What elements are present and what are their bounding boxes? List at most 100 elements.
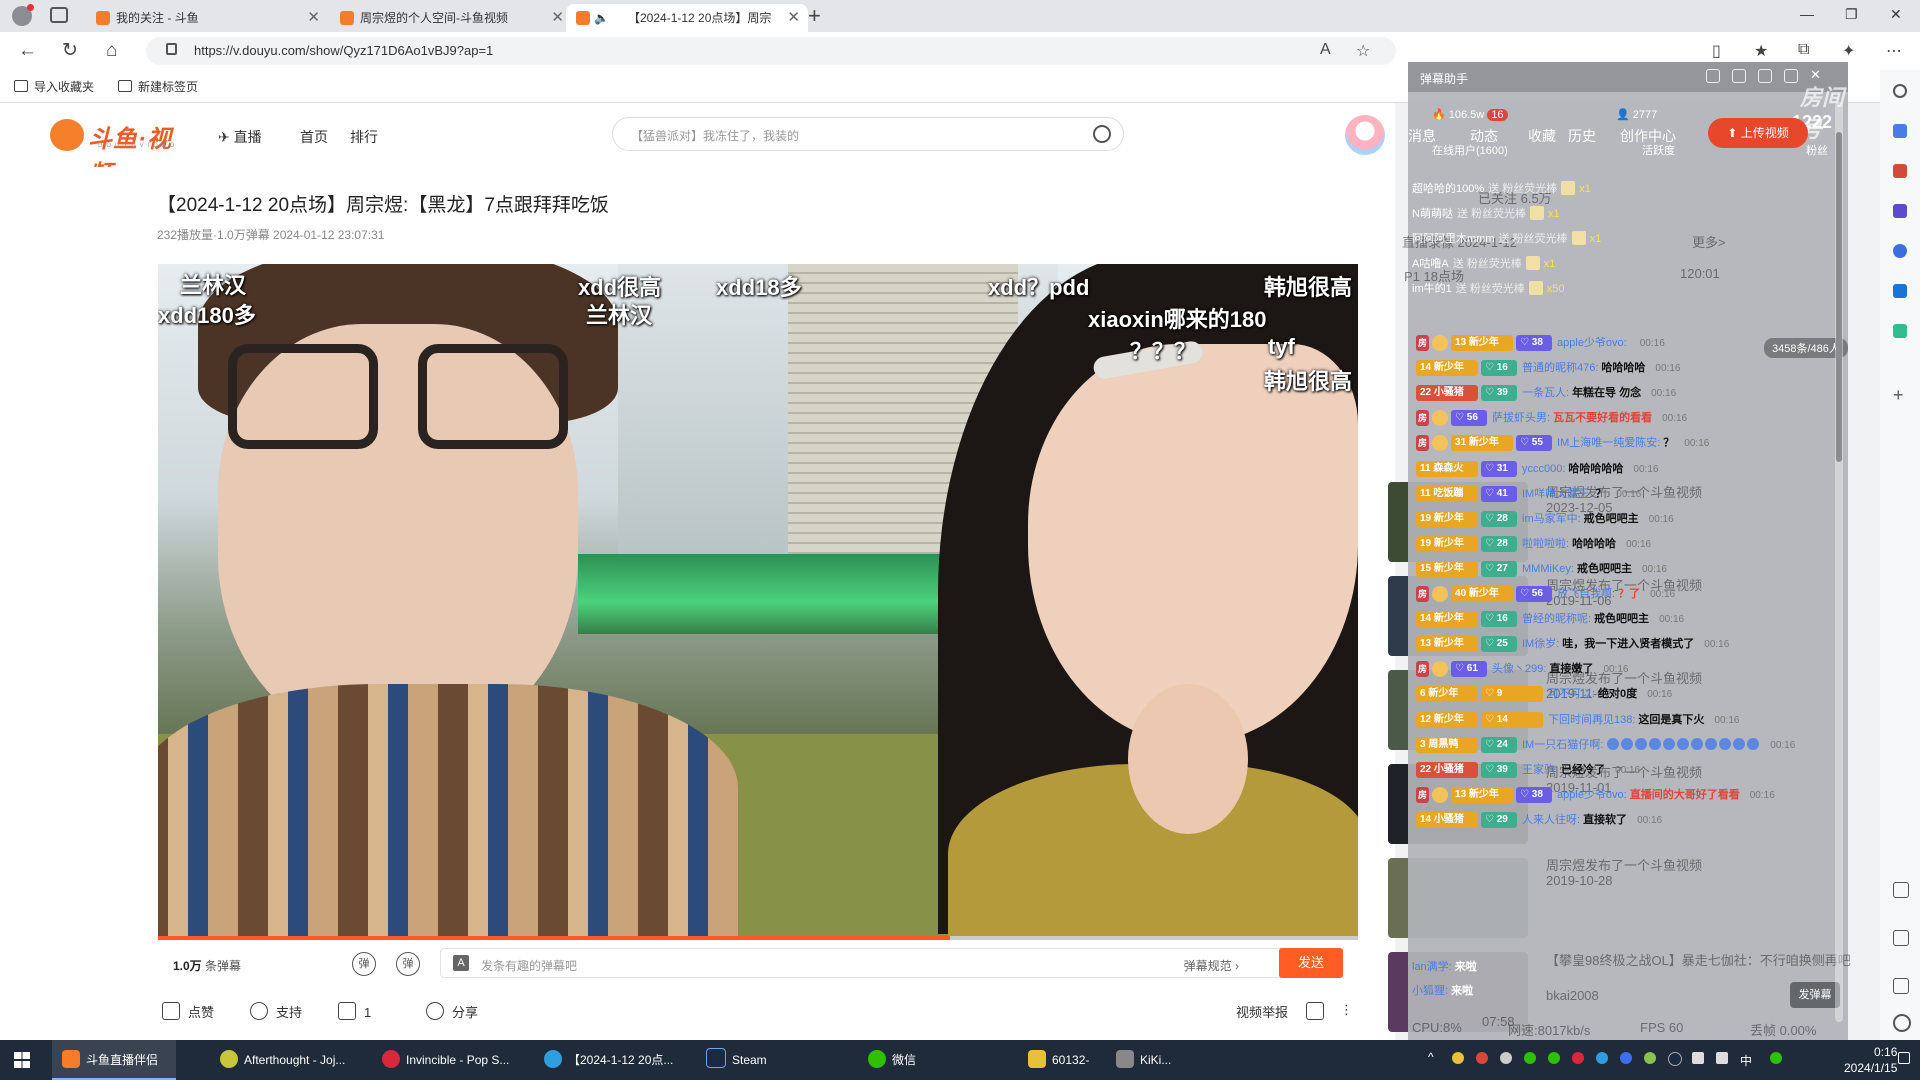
speaker-icon[interactable]: 🔈 (594, 4, 609, 32)
games-icon[interactable] (1893, 244, 1907, 258)
bluetooth-icon[interactable] (1620, 1052, 1632, 1064)
helper-tab-history[interactable]: 历史 (1568, 126, 1596, 146)
tab-following[interactable]: 我的关注 - 斗鱼 ✕ (86, 4, 328, 32)
url-field[interactable]: https://v.douyu.com/show/Qyz171D6Ao1vBJ9… (146, 37, 1396, 65)
danmaku-rules-link[interactable]: 弹幕规范 › (1184, 957, 1239, 974)
share-button[interactable]: 分享 (426, 1002, 478, 1021)
font-style-icon[interactable]: A (453, 955, 469, 971)
layout-icon[interactable] (1306, 1002, 1332, 1020)
note-icon[interactable] (1732, 69, 1746, 83)
back-icon[interactable]: ← (18, 39, 37, 63)
new-tab-button[interactable]: + (808, 4, 821, 28)
send-danmaku-button[interactable]: 发弹幕 (1790, 982, 1840, 1008)
more-menu-icon[interactable]: ⋯ (1886, 41, 1902, 61)
window-close-icon[interactable]: ✕ (1890, 6, 1902, 23)
chat-username[interactable]: 下回时间再见138: (1548, 714, 1635, 726)
taskbar-item[interactable]: 微信 (868, 1040, 916, 1080)
read-aloud-icon[interactable]: A (1320, 41, 1331, 59)
taskbar-item[interactable]: 60132- (1028, 1040, 1089, 1080)
nav-home[interactable]: 首页 (300, 127, 328, 147)
douyu-video-logo[interactable]: 斗鱼·视频 DOUYUVIDEO (50, 117, 196, 188)
tray-app-icon[interactable] (1476, 1052, 1488, 1064)
external-icon[interactable] (1893, 978, 1909, 994)
support-button[interactable]: 支持 (250, 1002, 302, 1021)
danmaku-toggle-icon[interactable]: 弹 (352, 952, 376, 976)
sidebar-icon[interactable] (1893, 930, 1909, 946)
close-icon[interactable]: ✕ (551, 4, 564, 32)
chat-username[interactable]: 头像丶299: (1492, 663, 1546, 675)
extensions-icon[interactable]: ✦ (1842, 41, 1855, 61)
tray-app-icon[interactable] (1644, 1052, 1656, 1064)
chat-username[interactable]: apple少爷ovo: (1557, 337, 1627, 349)
windows-start-icon[interactable] (14, 1052, 30, 1068)
upload-video-button[interactable]: ⬆ 上传视频 (1708, 118, 1808, 148)
split-screen-icon[interactable]: ▯ (1712, 41, 1721, 61)
favorite-star-icon[interactable]: ☆ (1356, 41, 1370, 61)
favorite-button[interactable]: 1 (338, 1002, 371, 1020)
tools-icon[interactable] (1893, 204, 1907, 218)
chat-username[interactable]: 一条瓦人: (1522, 387, 1569, 399)
outlook-icon[interactable] (1893, 284, 1907, 298)
report-link[interactable]: 视频举报 (1236, 1002, 1288, 1021)
send-icon[interactable] (1893, 324, 1907, 338)
chat-username[interactable]: MMMiKey: (1522, 563, 1574, 575)
close-icon[interactable]: ✕ (307, 4, 320, 32)
taskbar-item[interactable]: Afterthought - Joj... (220, 1040, 345, 1080)
helper-tab-fav[interactable]: 收藏 (1528, 126, 1556, 146)
tray-app-icon[interactable] (1548, 1052, 1560, 1064)
tray-app-icon[interactable] (1770, 1052, 1782, 1064)
helper-tab-message[interactable]: 消息 (1408, 126, 1436, 146)
tab-actions-icon[interactable] (50, 7, 68, 23)
url-text[interactable]: https://v.douyu.com/show/Qyz171D6Ao1vBJ9… (194, 43, 493, 58)
tray-app-icon[interactable] (1452, 1052, 1464, 1064)
chat-username[interactable]: 曾经的昵称呢: (1522, 613, 1591, 625)
add-icon[interactable]: + (1893, 386, 1907, 404)
helper-tab-creator[interactable]: 创作中心 (1620, 126, 1676, 146)
tray-app-icon[interactable] (1596, 1052, 1608, 1064)
chat-username[interactable]: IM一只石猫仔啊: (1522, 739, 1603, 751)
notification-icon[interactable] (1898, 1052, 1910, 1064)
video-player[interactable]: 兰林汉 xdd180多 xdd很高 兰林汉 xdd18多 xdd？pdd 韩旭很… (158, 264, 1358, 936)
home-icon[interactable]: ⌂ (106, 39, 117, 63)
nav-live[interactable]: ✈ 直播 (218, 127, 262, 147)
profile-icon[interactable] (12, 4, 34, 26)
network-icon[interactable] (1692, 1052, 1704, 1064)
scroll-thumb[interactable] (1836, 132, 1842, 462)
shopping-icon[interactable] (1893, 164, 1907, 178)
chat-username[interactable]: IM徐岁: (1522, 638, 1559, 650)
search-icon[interactable] (1093, 125, 1111, 143)
search-box[interactable]: 【猛兽派对】我冻住了，我装的 (612, 117, 1124, 151)
chat-username[interactable]: yccc000: (1522, 463, 1565, 475)
like-button[interactable]: 点赞 (162, 1002, 214, 1021)
search-icon[interactable] (1893, 84, 1907, 98)
copilot-icon[interactable] (1893, 124, 1907, 138)
tab-profile-space[interactable]: 周宗煜的个人空间-斗鱼视频 ✕ (330, 4, 572, 32)
minimize-icon[interactable]: — (1800, 6, 1814, 22)
nav-ranking[interactable]: 排行 (350, 127, 378, 147)
chat-username[interactable]: im马家军中: (1522, 513, 1581, 525)
screenshot-icon[interactable] (1893, 882, 1909, 898)
settings-icon[interactable] (1893, 1014, 1911, 1032)
taskbar-item[interactable]: Invincible - Pop S... (382, 1040, 509, 1080)
danmaku-input[interactable]: A 发条有趣的弹幕吧 弹幕规范 › (440, 948, 1320, 978)
settings-icon[interactable] (1784, 69, 1798, 83)
taskbar-item[interactable]: 【2024-1-12 20点... (544, 1040, 673, 1080)
tab-video[interactable]: 🔈 【2024-1-12 20点场】周宗 ✕ (566, 4, 808, 32)
chat-username[interactable]: 萨拔虾头男: (1492, 412, 1550, 424)
taskbar-item[interactable]: 斗鱼直播伴侣 (52, 1040, 176, 1080)
favorites-icon[interactable]: ★ (1754, 41, 1768, 61)
helper-tab-feed[interactable]: 动态 (1470, 126, 1498, 146)
lock-icon[interactable] (166, 43, 177, 55)
search-placeholder[interactable]: 【猛兽派对】我冻住了，我装的 (631, 127, 799, 144)
chat-username[interactable]: 可不可以: (1548, 688, 1595, 700)
chat-username[interactable]: 普通的昵称476: (1522, 362, 1598, 374)
taskbar-item[interactable]: KiKi... (1116, 1040, 1171, 1080)
chat-username[interactable]: 人来人往呀: (1522, 814, 1580, 826)
chat-username[interactable]: 啦啦啦啦: (1522, 538, 1569, 550)
lock-icon[interactable] (1758, 69, 1772, 83)
danmaku-settings-icon[interactable]: 弹 (396, 952, 420, 976)
ime-indicator[interactable]: 中 (1740, 1052, 1752, 1068)
tray-wechat-icon[interactable] (1524, 1052, 1536, 1064)
taskbar-item[interactable]: Steam (706, 1040, 767, 1080)
chat-username[interactable]: IM上海唯一纯爱陈安: (1557, 437, 1660, 449)
